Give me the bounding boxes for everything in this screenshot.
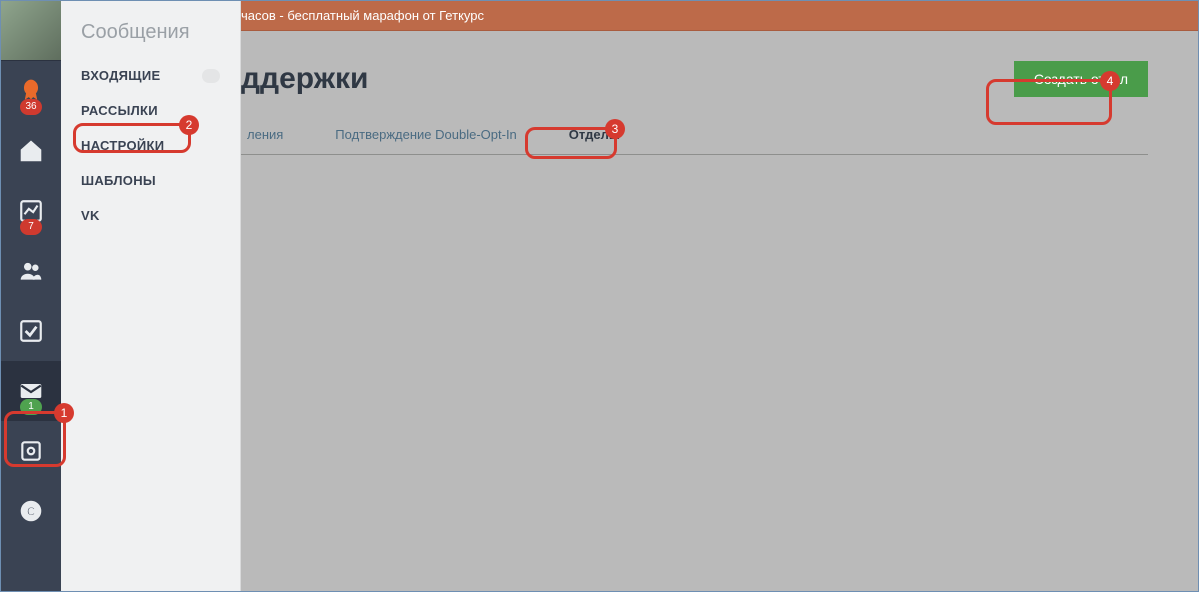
nav-tasks[interactable] [1, 301, 61, 361]
users-icon [18, 258, 44, 284]
tab-item[interactable]: ления [241, 117, 289, 154]
banner-text: часов - бесплатный марафон от Геткурс [241, 8, 484, 23]
submenu-item-mailings[interactable]: РАССЫЛКИ [61, 93, 240, 128]
nav-rocket[interactable]: 36 [1, 61, 61, 121]
submenu-title: Сообщения [61, 15, 240, 58]
nav-chat[interactable]: C [1, 481, 61, 541]
messages-submenu: Сообщения ВХОДЯЩИЕ - РАССЫЛКИ НАСТРОЙКИ … [61, 1, 241, 591]
checkbox-icon [18, 318, 44, 344]
nav-safe[interactable] [1, 421, 61, 481]
avatar[interactable] [1, 1, 61, 61]
submenu-item-label: VK [81, 208, 100, 223]
submenu-item-vk[interactable]: VK [61, 198, 240, 233]
nav-analytics[interactable]: 7 [1, 181, 61, 241]
svg-text:C: C [27, 504, 36, 518]
submenu-item-label: НАСТРОЙКИ [81, 138, 164, 153]
rocket-badge: 36 [20, 99, 42, 115]
mail-badge: 1 [20, 399, 42, 415]
submenu-item-label: ВХОДЯЩИЕ [81, 68, 160, 83]
home-icon [18, 138, 44, 164]
safe-icon [18, 438, 44, 464]
left-nav-rail: 36 7 1 C [1, 1, 61, 591]
submenu-item-inbox[interactable]: ВХОДЯЩИЕ - [61, 58, 240, 93]
chart-badge: 7 [20, 219, 42, 235]
nav-home[interactable] [1, 121, 61, 181]
tab-item[interactable]: Подтверждение Double-Opt-In [329, 117, 523, 154]
chat-icon: C [18, 498, 44, 524]
submenu-item-settings[interactable]: НАСТРОЙКИ [61, 128, 240, 163]
page-title: ддержки [241, 62, 368, 96]
inbox-count-badge: - [202, 69, 220, 83]
submenu-item-label: РАССЫЛКИ [81, 103, 158, 118]
nav-messages[interactable]: 1 [1, 361, 61, 421]
submenu-item-label: ШАБЛОНЫ [81, 173, 156, 188]
create-department-button[interactable]: Создать отдел [1014, 61, 1148, 97]
tabs: ления Подтверждение Double-Opt-In Отделы [241, 117, 1148, 155]
tab-departments[interactable]: Отделы [563, 117, 626, 154]
nav-users[interactable] [1, 241, 61, 301]
submenu-item-templates[interactable]: ШАБЛОНЫ [61, 163, 240, 198]
